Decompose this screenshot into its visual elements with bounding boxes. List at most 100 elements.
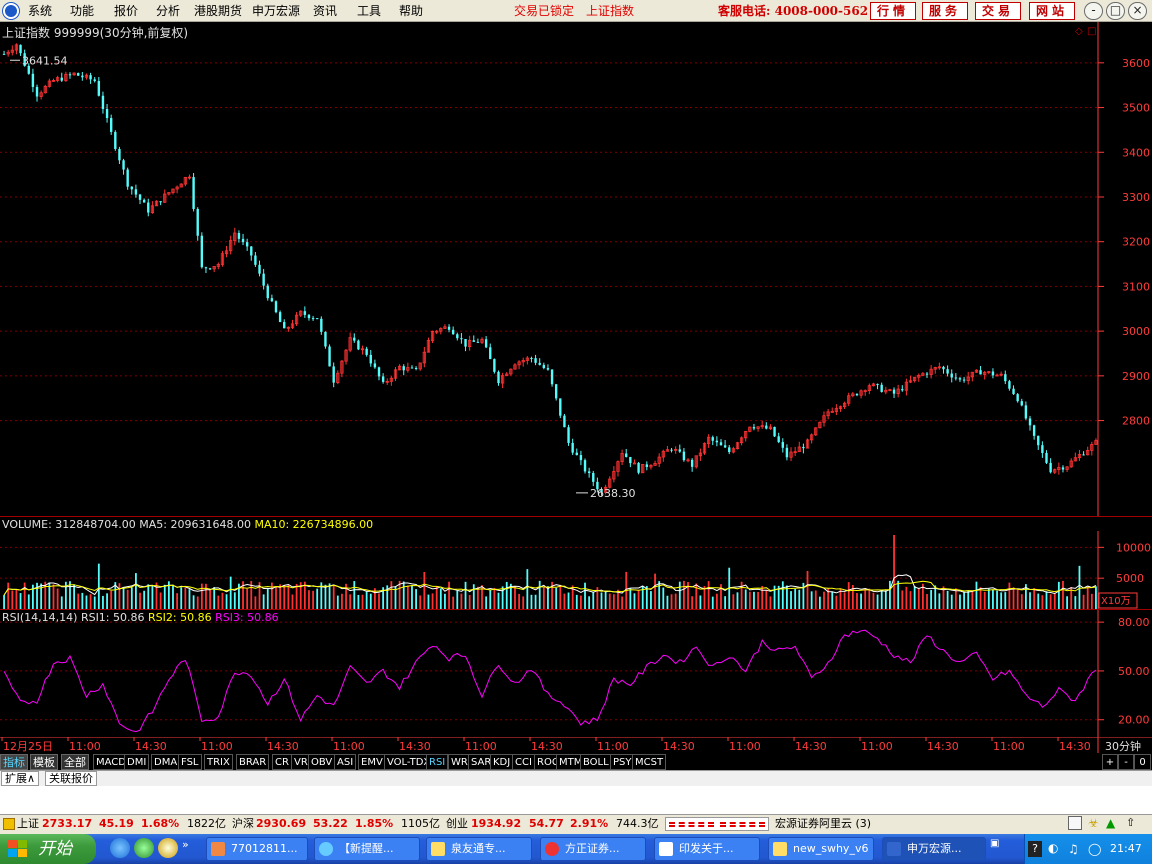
- candle-body: [1004, 374, 1007, 382]
- candle-body: [283, 322, 286, 329]
- layout-icon[interactable]: [1068, 816, 1082, 830]
- website-button[interactable]: 网站: [1029, 2, 1075, 20]
- service-button[interactable]: 服务: [922, 2, 968, 20]
- app-window: 系统 功能 报价 分析 港股期货 申万宏源 资讯 工具 帮助 交易已锁定 上证指…: [0, 0, 1152, 864]
- tab-indicator-boll[interactable]: BOLL: [580, 754, 612, 770]
- candle-body: [311, 318, 315, 320]
- tab-indicator-obv[interactable]: OBV: [308, 754, 336, 770]
- tab-indicator-psy[interactable]: PSY: [610, 754, 635, 770]
- candle-body: [250, 246, 253, 256]
- related-quote-tab[interactable]: 关联报价: [45, 771, 97, 786]
- close-icon[interactable]: ×: [1128, 2, 1147, 20]
- founder-app-icon: [545, 842, 559, 856]
- candle-body: [802, 447, 805, 449]
- candle-body: [583, 460, 587, 472]
- candle-body: [991, 371, 995, 376]
- restore-icon[interactable]: □: [1106, 2, 1125, 20]
- task-item[interactable]: 方正证券...: [540, 837, 646, 861]
- menu-function[interactable]: 功能: [70, 3, 94, 19]
- start-button[interactable]: 开始: [0, 834, 96, 864]
- volume-tray-icon[interactable]: ♫: [1068, 842, 1079, 856]
- tab-indicator-asi[interactable]: ASI: [334, 754, 357, 770]
- price-tick-label: 3100: [1122, 280, 1150, 293]
- tab-template[interactable]: 模板: [30, 754, 58, 770]
- menu-tools[interactable]: 工具: [357, 3, 381, 19]
- tab-indicator-kdj[interactable]: KDJ: [490, 754, 514, 770]
- task-item[interactable]: new_swhy_v6: [768, 837, 874, 861]
- task-item[interactable]: 印发关于...: [654, 837, 760, 861]
- candle-body: [1082, 454, 1085, 456]
- candle-body: [258, 264, 261, 274]
- menu-quote[interactable]: 报价: [114, 3, 138, 19]
- tab-all[interactable]: 全部: [61, 754, 89, 770]
- candle-body: [204, 267, 208, 269]
- time-tick-label: 14:30: [1059, 740, 1091, 753]
- cy-percent: 2.91%: [570, 817, 609, 830]
- candle-body: [81, 75, 84, 78]
- scroll-icon[interactable]: ⇧: [1126, 816, 1148, 830]
- expand-tab[interactable]: 扩展∧: [1, 771, 40, 786]
- expand-quicklaunch-icon[interactable]: »: [182, 838, 189, 851]
- stamp-icon[interactable]: ☣: [1088, 816, 1102, 830]
- document-icon: [659, 842, 673, 856]
- reset-button[interactable]: 0: [1134, 754, 1151, 770]
- candle-body: [237, 233, 241, 239]
- volume-tick-label: 5000: [1116, 572, 1144, 585]
- system-clock[interactable]: 21:47: [1110, 842, 1142, 855]
- quote-button[interactable]: 行情: [870, 2, 916, 20]
- price-chart[interactable]: 3600 3500 3400 3300 3200 3100 3000 2900 2800 3641…: [0, 22, 1152, 516]
- explorer-icon[interactable]: [158, 838, 178, 858]
- shield-tray-icon[interactable]: ◯: [1088, 842, 1101, 856]
- windows-logo-icon: [8, 840, 27, 857]
- ticker-arrow-icon[interactable]: [3, 818, 15, 830]
- help-tray-icon[interactable]: ?: [1028, 841, 1042, 857]
- menu-swhy[interactable]: 申万宏源: [252, 3, 300, 19]
- tab-indicator-fsl[interactable]: FSL: [178, 754, 202, 770]
- tab-indicator-brar[interactable]: BRAR: [236, 754, 270, 770]
- menu-system[interactable]: 系统: [28, 3, 52, 19]
- tab-indicator-emv[interactable]: EMV: [358, 754, 386, 770]
- tray-icon[interactable]: ◐: [1048, 841, 1058, 855]
- menu-news[interactable]: 资讯: [313, 3, 337, 19]
- rsi-tick-label: 50.00: [1118, 665, 1150, 678]
- tab-indicator-trix[interactable]: TRIX: [204, 754, 233, 770]
- candle-body: [472, 340, 475, 342]
- ie-icon[interactable]: [110, 838, 130, 858]
- tab-indicator[interactable]: 指标: [0, 754, 28, 770]
- task-item[interactable]: 泉友通专...: [426, 837, 532, 861]
- tab-indicator-mcst[interactable]: MCST: [632, 754, 667, 770]
- volume-chart[interactable]: 10000 5000 X10万: [0, 531, 1152, 609]
- time-tick-label: 11:00: [465, 740, 497, 753]
- tab-indicator-cr[interactable]: CR: [272, 754, 292, 770]
- menu-hk-futures[interactable]: 港股期货: [194, 3, 242, 19]
- trade-button[interactable]: 交易: [975, 2, 1021, 20]
- task-item[interactable]: 【新提醒...: [314, 837, 420, 861]
- candle-body: [1037, 435, 1040, 446]
- hs-change: 53.22: [313, 817, 348, 830]
- zoom-in-button[interactable]: +: [1102, 754, 1118, 770]
- tab-indicator-cci[interactable]: CCI: [512, 754, 535, 770]
- candle-body: [958, 378, 962, 380]
- tab-indicator-dmi[interactable]: DMI: [124, 754, 150, 770]
- taskbar-group-icon[interactable]: ▣: [990, 838, 999, 849]
- rsi-chart[interactable]: 80.00 50.00 20.00: [0, 610, 1152, 737]
- candle-body: [880, 384, 883, 392]
- menu-help[interactable]: 帮助: [399, 3, 423, 19]
- tab-indicator-rsi[interactable]: RSI: [426, 754, 449, 770]
- candle-body: [93, 79, 96, 82]
- chrome-icon[interactable]: [134, 838, 154, 858]
- time-tick-label: 14:30: [795, 740, 827, 753]
- candle-body: [159, 201, 162, 203]
- app-logo-icon[interactable]: [3, 3, 19, 19]
- tab-indicator-dma[interactable]: DMA: [151, 754, 181, 770]
- time-tick-label: 14:30: [531, 740, 563, 753]
- extension-panel: [0, 786, 1152, 814]
- zoom-out-button[interactable]: -: [1118, 754, 1134, 770]
- task-item-active[interactable]: 申万宏源...: [882, 837, 986, 861]
- candle-body: [554, 384, 558, 399]
- minimize-icon[interactable]: -: [1084, 2, 1103, 20]
- task-item[interactable]: 77012811...: [206, 837, 308, 861]
- candle-body: [1028, 418, 1032, 426]
- server-name[interactable]: 宏源证券阿里云 (3): [775, 817, 871, 831]
- menu-analysis[interactable]: 分析: [156, 3, 180, 19]
